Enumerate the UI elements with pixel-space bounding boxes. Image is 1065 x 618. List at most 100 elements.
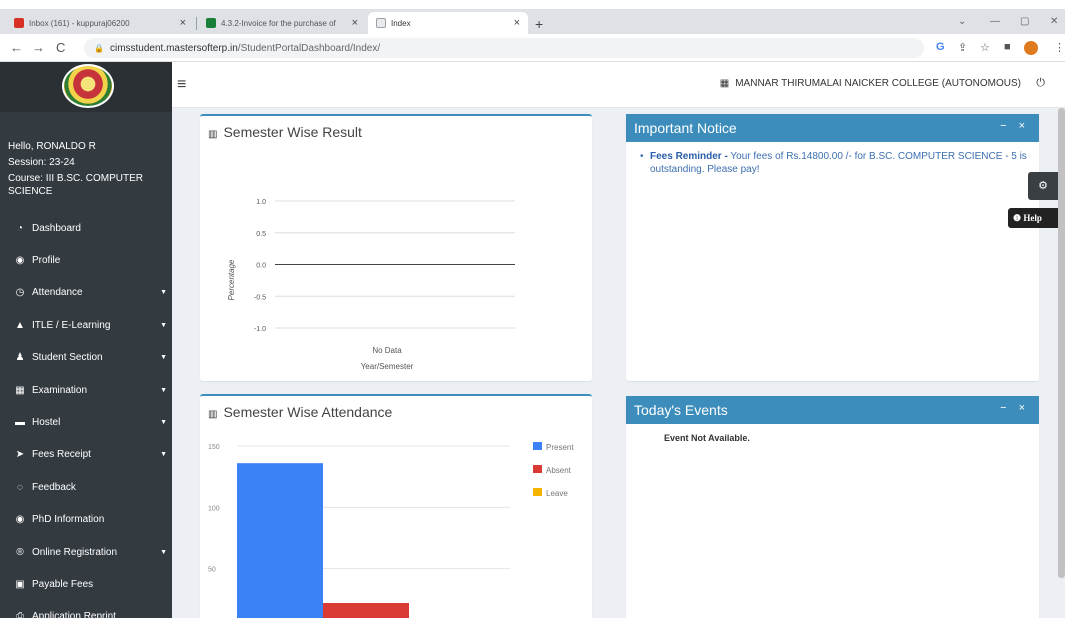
notice-item[interactable]: • Fees Reminder - Your fees of Rs.14800.… bbox=[640, 150, 1039, 176]
close-tab-icon[interactable]: × bbox=[514, 17, 520, 29]
semester-result-card: ▥ Semester Wise Result 1.0 0.5 0.0 -0.5 -1.0 … bbox=[200, 114, 592, 381]
todays-events-title: Today's Events bbox=[634, 402, 728, 418]
app-root: Inbox (161) - kuppuraj06200 × 4.3.2-Invo… bbox=[0, 0, 1065, 618]
sidebar-item-label: Feedback bbox=[32, 481, 76, 493]
bar-chart-icon: ▥ bbox=[208, 129, 218, 140]
sidebar-item-label: Profile bbox=[32, 255, 61, 267]
tab-search-icon[interactable]: ⌄ bbox=[958, 16, 966, 27]
collapse-icon[interactable]: − bbox=[1000, 120, 1006, 132]
profile-avatar[interactable] bbox=[1024, 41, 1038, 55]
y-tick-label: 50 bbox=[208, 567, 216, 574]
browser-tab-index[interactable]: Index × bbox=[368, 12, 528, 34]
collapse-icon[interactable]: − bbox=[1000, 402, 1006, 414]
tachometer-icon: ◔ bbox=[16, 222, 24, 234]
sidebar-item-label: Examination bbox=[32, 384, 88, 396]
registered-icon: ® bbox=[16, 546, 24, 558]
attendance-chart-bars bbox=[237, 463, 409, 618]
caret-down-icon: ▼ bbox=[160, 419, 167, 427]
semester-attendance-chart: 150 100 50 Present Absent Leave bbox=[208, 442, 574, 618]
sidebar-item-itle-e-learning[interactable]: ▲ ITLE / E-Learning ▼ bbox=[0, 309, 172, 341]
top-header: ≡ ▦ MANNAR THIRUMALAI NAICKER COLLEGE (AU… bbox=[172, 62, 1065, 108]
share-icon[interactable]: ⇪ bbox=[958, 41, 967, 54]
money-icon: ▣ bbox=[15, 578, 25, 590]
result-chart-x-axis-label: Year/Semester bbox=[361, 362, 414, 371]
sidebar-item-payable-fees[interactable]: ▣ Payable Fees bbox=[0, 568, 172, 600]
sidebar-item-examination[interactable]: ▦ Examination ▼ bbox=[0, 374, 172, 406]
forward-icon[interactable]: → bbox=[32, 40, 45, 55]
events-empty-message: Event Not Available. bbox=[664, 433, 750, 443]
paper-plane-icon: ➤ bbox=[15, 449, 25, 461]
power-icon[interactable]: ⏻ bbox=[1036, 77, 1045, 90]
caret-down-icon: ▼ bbox=[160, 354, 167, 362]
semester-result-chart: 1.0 0.5 0.0 -0.5 -1.0 Percentage No Data Yea… bbox=[227, 199, 515, 371]
sidebar-item-application-reprint[interactable]: ⎙ Application Reprint bbox=[0, 601, 172, 618]
url-input[interactable]: 🔒 cimsstudent.mastersofterp.in/StudentPo… bbox=[84, 38, 924, 58]
dashboard-content: ▥ Semester Wise Result 1.0 0.5 0.0 -0.5 -1.0 … bbox=[172, 108, 1065, 618]
user-course: Course: III B.SC. COMPUTER SCIENCE bbox=[8, 173, 144, 197]
attendance-chart-legend: Present Absent Leave bbox=[533, 442, 574, 498]
bed-icon: ▬ bbox=[15, 417, 25, 429]
y-tick-label: -1.0 bbox=[254, 326, 266, 333]
notice-label: Fees Reminder - bbox=[650, 151, 728, 162]
caret-down-icon: ▼ bbox=[160, 386, 167, 394]
comment-icon: ◌ bbox=[17, 481, 23, 493]
legend-label-absent[interactable]: Absent bbox=[546, 466, 572, 475]
sidebar-item-hostel[interactable]: ▬ Hostel ▼ bbox=[0, 406, 172, 438]
sidebar-item-label: Dashboard bbox=[32, 222, 81, 234]
close-tab-icon[interactable]: × bbox=[352, 17, 358, 29]
sidebar-item-profile[interactable]: ◉ Profile bbox=[0, 244, 172, 276]
back-icon[interactable]: ← bbox=[10, 40, 23, 55]
sidebar-item-phd-information[interactable]: ◉ PhD Information bbox=[0, 504, 172, 536]
bar-present[interactable] bbox=[237, 463, 323, 618]
chrome-menu-icon[interactable]: ⋮ bbox=[1054, 41, 1065, 54]
gmail-icon bbox=[14, 18, 24, 28]
tab-separator bbox=[196, 17, 197, 30]
sidebar-item-label: Attendance bbox=[32, 287, 83, 299]
new-tab-icon[interactable]: + bbox=[535, 16, 543, 32]
bank-icon: ▦ bbox=[15, 384, 25, 396]
y-tick-label: 150 bbox=[208, 444, 220, 451]
sidebar-item-dashboard[interactable]: ◔ Dashboard bbox=[0, 212, 172, 244]
address-bar: ← → C 🔒 cimsstudent.mastersofterp.in/Stu… bbox=[0, 34, 1065, 62]
bookmark-star-icon[interactable]: ☆ bbox=[980, 41, 990, 54]
remove-icon[interactable]: × bbox=[1019, 402, 1025, 414]
legend-swatch-present bbox=[533, 442, 542, 450]
browser-tab-invoice[interactable]: 4.3.2-Invoice for the purchase of × bbox=[198, 12, 366, 34]
legend-swatch-absent bbox=[533, 465, 542, 473]
semester-attendance-title: ▥ Semester Wise Attendance bbox=[208, 404, 393, 420]
legend-label-leave[interactable]: Leave bbox=[546, 489, 568, 498]
user-icon: ♟ bbox=[15, 352, 25, 364]
sidebar-item-label: Payable Fees bbox=[32, 578, 94, 590]
y-tick-label: 1.0 bbox=[256, 199, 266, 206]
sidebar-item-feedback[interactable]: ◌ Feedback bbox=[0, 471, 172, 503]
sidebar-item-attendance[interactable]: ◷ Attendance ▼ bbox=[0, 277, 172, 309]
browser-tab-inbox[interactable]: Inbox (161) - kuppuraj06200 × bbox=[6, 12, 194, 34]
reload-icon[interactable]: C bbox=[56, 40, 65, 55]
sidebar-item-fees-receipt[interactable]: ➤ Fees Receipt ▼ bbox=[0, 439, 172, 471]
window-top-edge bbox=[0, 0, 1065, 9]
caret-down-icon: ▼ bbox=[160, 548, 167, 556]
sidebar-item-label: PhD Information bbox=[32, 514, 105, 526]
result-chart-y-ticks: 1.0 0.5 0.0 -0.5 -1.0 bbox=[254, 199, 266, 333]
college-name: ▦ MANNAR THIRUMALAI NAICKER COLLEGE (AUTO… bbox=[719, 78, 1021, 89]
remove-icon[interactable]: × bbox=[1019, 120, 1025, 132]
help-button[interactable]: ❶ Help bbox=[1008, 208, 1058, 228]
sidepanel-icon[interactable]: ■ bbox=[1004, 41, 1011, 53]
bank-icon: ▦ bbox=[719, 78, 730, 89]
settings-gear-button[interactable]: ⚙ bbox=[1028, 172, 1058, 200]
y-tick-label: -0.5 bbox=[254, 294, 266, 301]
page-scrollbar[interactable] bbox=[1058, 108, 1065, 578]
close-tab-icon[interactable]: × bbox=[180, 17, 186, 29]
minimize-icon[interactable]: — bbox=[990, 16, 1000, 27]
legend-label-present[interactable]: Present bbox=[546, 443, 574, 452]
bar-absent[interactable] bbox=[323, 603, 409, 618]
sidebar-item-student-section[interactable]: ♟ Student Section ▼ bbox=[0, 342, 172, 374]
caret-down-icon: ▼ bbox=[160, 289, 167, 297]
google-icon[interactable]: G bbox=[936, 41, 945, 53]
hamburger-menu-icon[interactable]: ≡ bbox=[177, 76, 186, 94]
y-tick-label: 0.5 bbox=[256, 231, 266, 238]
sidebar-item-online-registration[interactable]: ® Online Registration ▼ bbox=[0, 536, 172, 568]
maximize-icon[interactable]: ▢ bbox=[1020, 16, 1029, 27]
close-window-icon[interactable]: ✕ bbox=[1050, 16, 1058, 27]
y-tick-label: 0.0 bbox=[256, 263, 266, 270]
